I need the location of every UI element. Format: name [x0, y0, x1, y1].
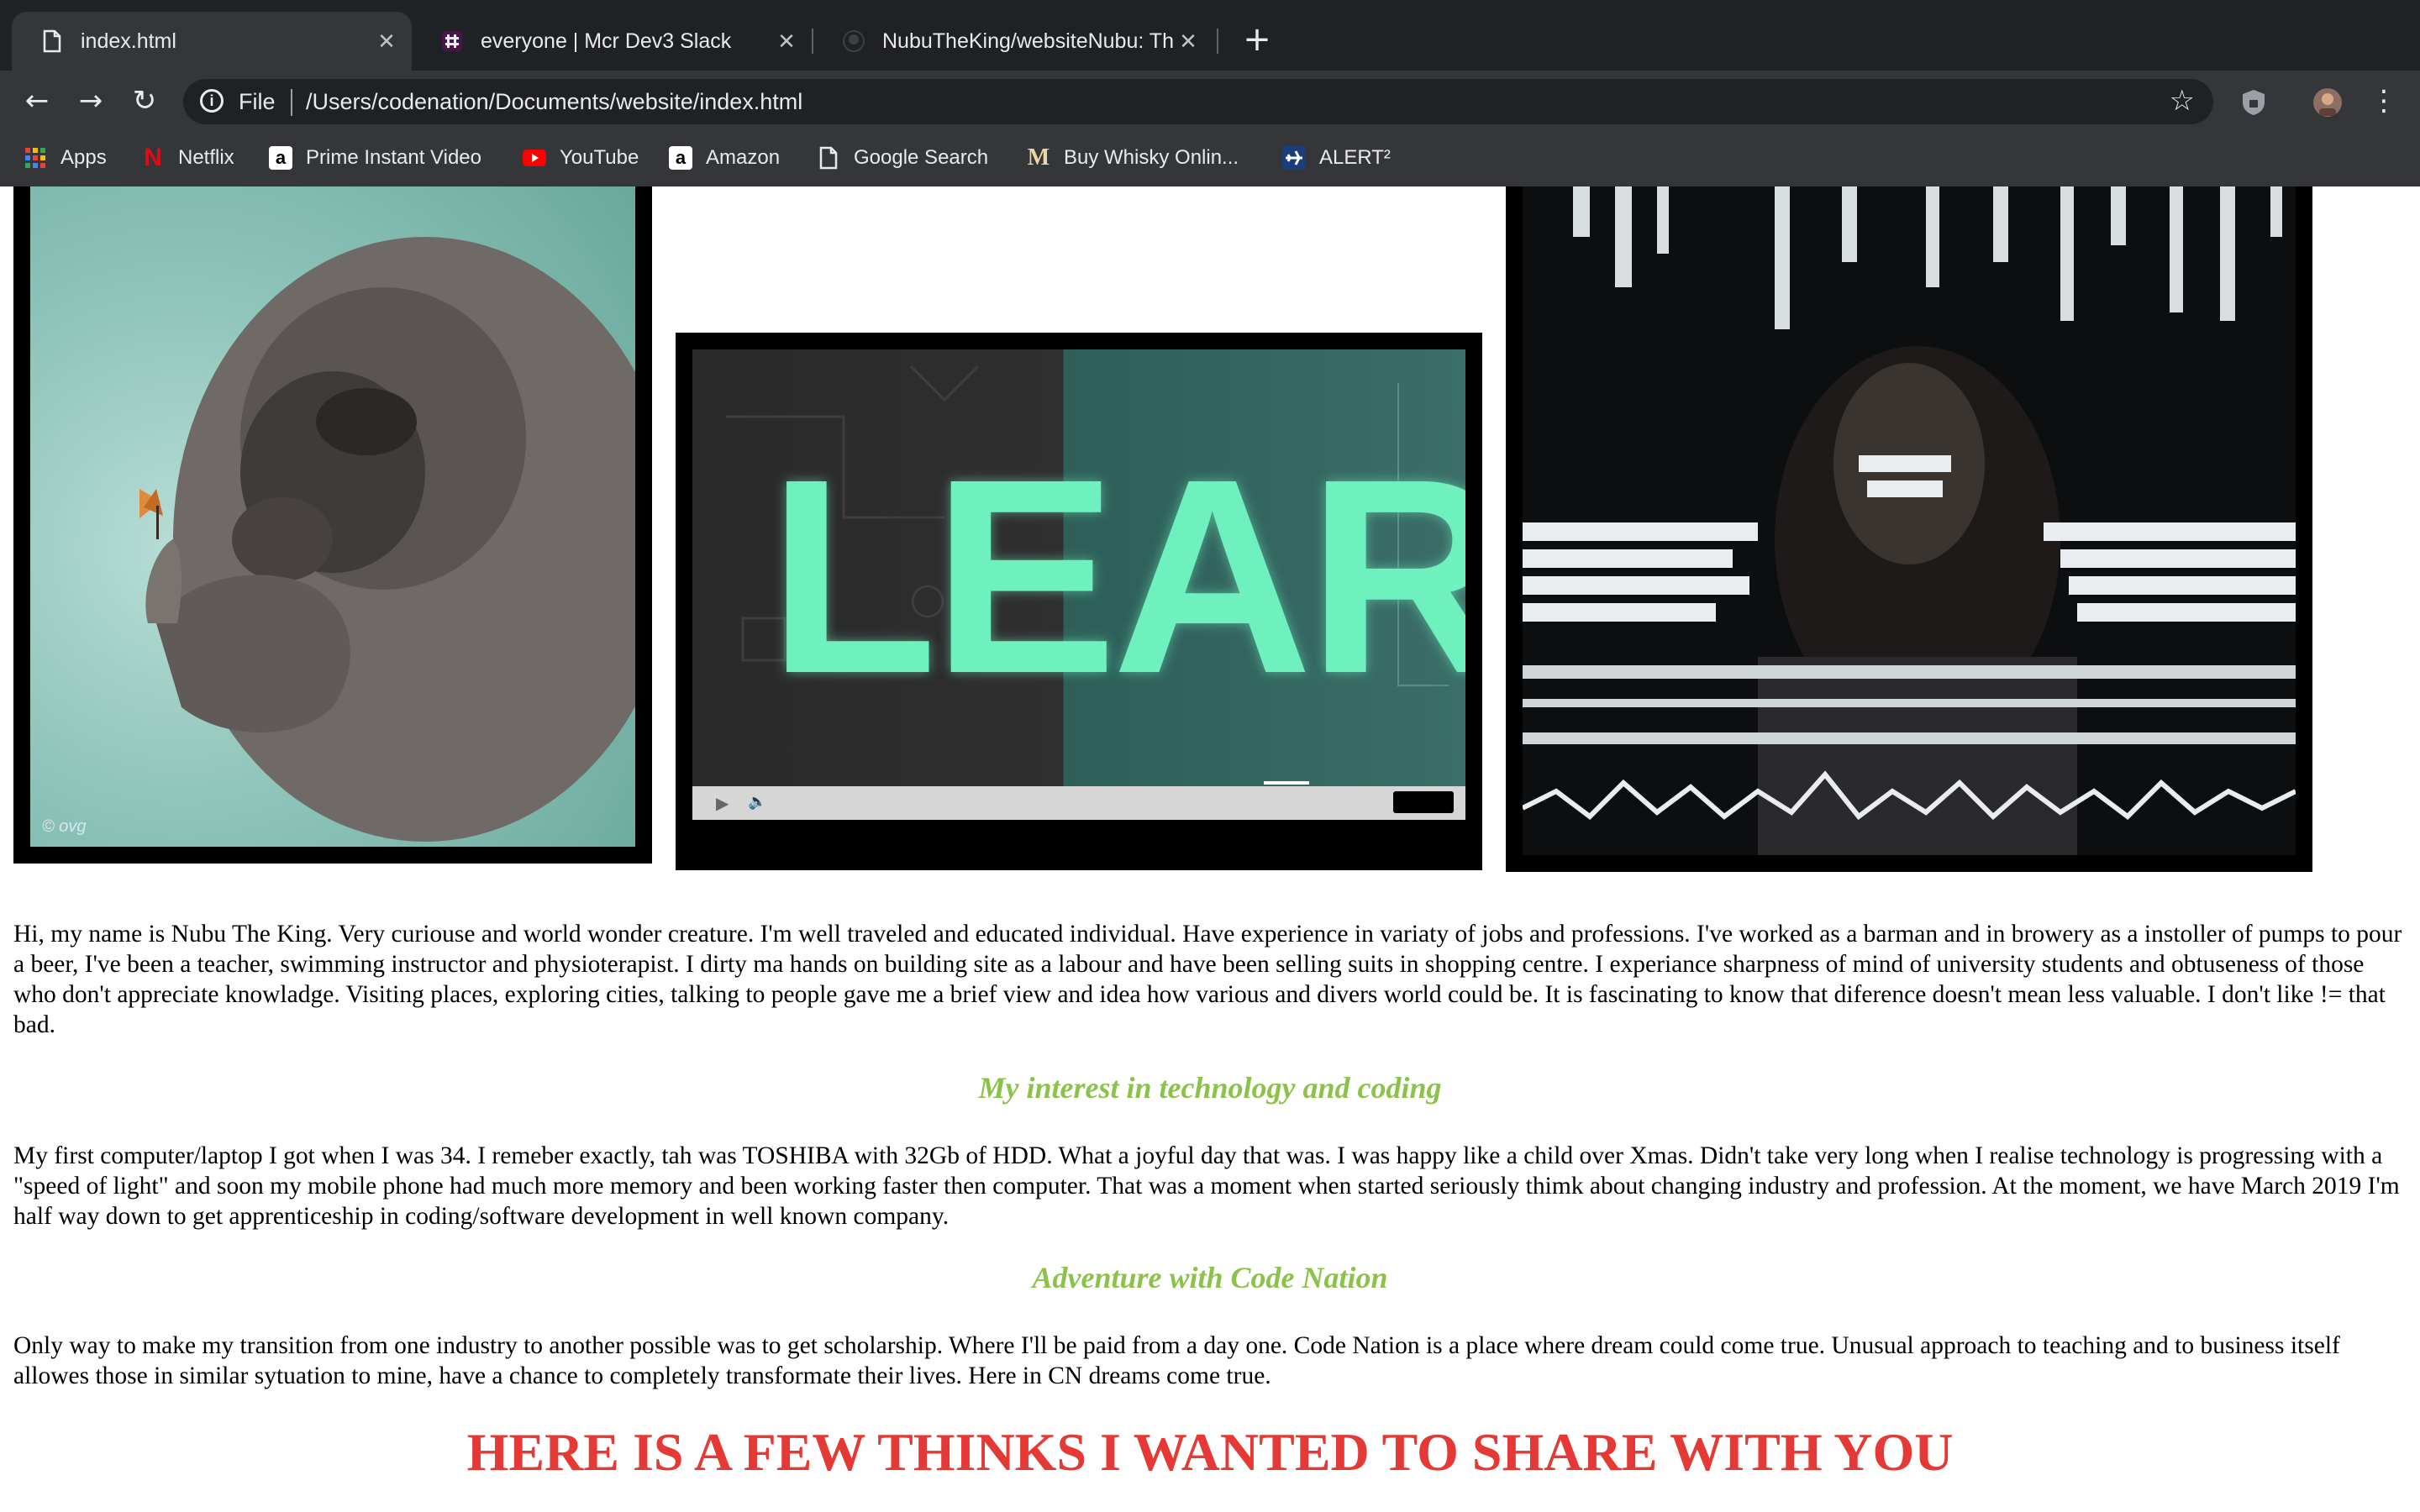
watermark-text: © ovg	[42, 817, 87, 836]
browser-chrome: index.html ✕ everyone | Mcr Dev3 Slack ✕…	[0, 0, 2420, 186]
interest-paragraph: My first computer/laptop I got when I wa…	[13, 1142, 2400, 1230]
tab-title: index.html	[81, 29, 176, 53]
page-icon	[817, 146, 840, 170]
learn-video[interactable]: LEARN ▶ 🔈	[692, 349, 1465, 820]
omnibox-divider	[291, 89, 292, 116]
bookmark-label: ALERT²	[1319, 146, 1391, 169]
menu-icon[interactable]: ⋮	[2370, 82, 2398, 119]
close-tab-icon[interactable]: ✕	[375, 29, 398, 53]
netflix-icon: N	[144, 144, 162, 171]
new-tab-icon[interactable]: +	[1242, 23, 1272, 56]
youtube-icon	[523, 146, 546, 170]
close-tab-icon[interactable]: ✕	[1176, 29, 1200, 53]
slack-icon	[440, 29, 464, 53]
address-bar[interactable]: i File /Users/codenation/Documents/websi…	[183, 79, 2213, 124]
progress-indicator	[1264, 781, 1309, 785]
reload-icon[interactable]: ↻	[126, 82, 163, 119]
learn-video-frame: LEARN ▶ 🔈	[676, 333, 1482, 870]
avatar[interactable]	[2312, 87, 2343, 118]
play-icon[interactable]: ▶	[716, 793, 729, 814]
code-woman-image	[1523, 186, 2296, 855]
code-nation-paragraph: Only way to make my transition from one …	[13, 1332, 2340, 1389]
github-icon	[842, 29, 865, 53]
bookmark-label: Prime Instant Video	[306, 146, 482, 169]
interest-heading: My interest in technology and coding	[978, 1071, 1442, 1105]
tab-github[interactable]: NubuTheKing/websiteNubu: Th ✕	[813, 12, 1213, 71]
bookmark-label: YouTube	[560, 146, 639, 169]
apps-grid-icon	[24, 146, 47, 170]
bookmark-label: Buy Whisky Onlin...	[1064, 146, 1239, 169]
file-icon	[40, 29, 64, 53]
toolbar: ← → ↻ i File /Users/codenation/Documents…	[0, 71, 2420, 131]
bookmark-label: Netflix	[178, 146, 234, 169]
bookmark-google-search[interactable]: Google Search	[817, 141, 988, 175]
url-scheme: File	[239, 89, 276, 114]
close-tab-icon[interactable]: ✕	[775, 29, 798, 53]
bookmarks-bar: Apps N Netflix a Prime Instant Video You…	[0, 131, 2420, 186]
tab-separator	[1217, 29, 1218, 54]
page-content: © ovg LEARN ▶ 🔈	[0, 186, 2420, 1512]
bookmark-youtube[interactable]: YouTube	[523, 141, 639, 175]
video-controls: ▶ 🔈	[692, 781, 1465, 820]
tab-title: NubuTheKing/websiteNubu: Th	[882, 29, 1174, 53]
amazon-icon: a	[669, 146, 692, 170]
tab-slack[interactable]: everyone | Mcr Dev3 Slack ✕	[412, 12, 812, 71]
bookmark-amazon[interactable]: a Amazon	[669, 141, 780, 175]
bookmark-star-icon[interactable]: ☆	[2170, 84, 2195, 118]
amazon-icon: a	[269, 146, 292, 170]
bookmark-label: Apps	[60, 146, 107, 169]
creative-commons-icon	[1393, 791, 1454, 813]
code-nation-heading: Adventure with Code Nation	[1032, 1261, 1388, 1294]
gorilla-image-frame: © ovg	[13, 186, 652, 864]
extension-icon[interactable]	[2238, 87, 2269, 118]
tab-index-html[interactable]: index.html ✕	[12, 12, 412, 71]
gorilla-image: © ovg	[30, 186, 635, 847]
tab-title: everyone | Mcr Dev3 Slack	[481, 29, 732, 53]
url-text[interactable]: /Users/codenation/Documents/website/inde…	[306, 89, 802, 115]
whisky-icon: M	[1027, 144, 1050, 171]
bookmark-apps[interactable]: Apps	[24, 141, 107, 175]
intro-paragraph: Hi, my name is Nubu The King. Very curio…	[13, 921, 2402, 1038]
volume-icon[interactable]: 🔈	[748, 793, 766, 811]
info-icon[interactable]: i	[200, 89, 224, 113]
learn-banner-text: LEARN	[768, 421, 1465, 731]
bookmark-whisky[interactable]: M Buy Whisky Onlin...	[1027, 141, 1239, 175]
plane-icon	[1282, 146, 1306, 170]
bookmark-alert[interactable]: ALERT²	[1282, 141, 1391, 175]
tab-strip: index.html ✕ everyone | Mcr Dev3 Slack ✕…	[0, 0, 2420, 71]
back-icon[interactable]: ←	[18, 82, 55, 119]
bookmark-label: Google Search	[854, 146, 989, 169]
forward-icon[interactable]: →	[72, 82, 109, 119]
share-heading: HERE IS A FEW THINKS I WANTED TO SHARE W…	[466, 1422, 1954, 1482]
bookmark-prime-video[interactable]: a Prime Instant Video	[269, 141, 481, 175]
bookmark-label: Amazon	[706, 146, 781, 169]
bookmark-netflix[interactable]: N Netflix	[141, 141, 234, 175]
code-woman-image-frame	[1506, 186, 2312, 872]
